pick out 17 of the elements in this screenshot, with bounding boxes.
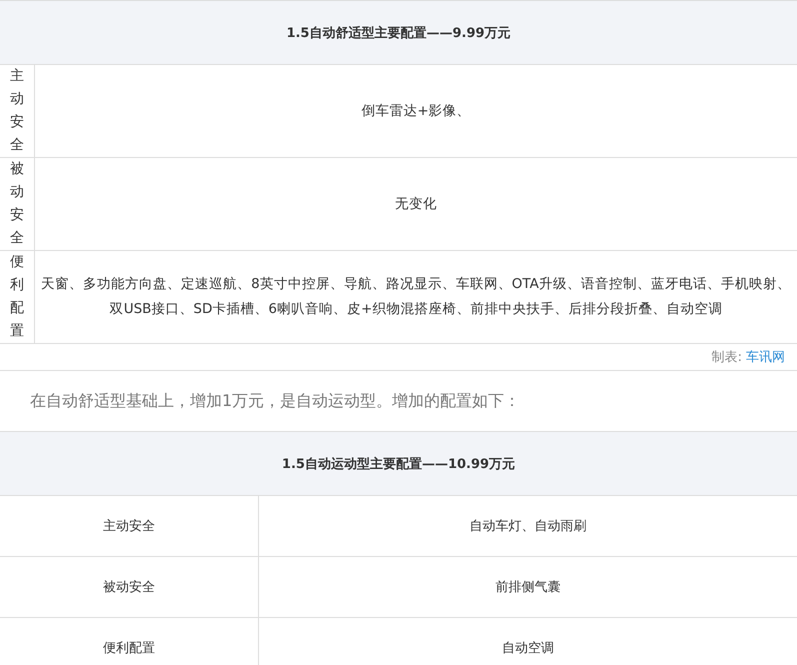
table-cell: 主动安全 bbox=[0, 496, 259, 556]
table-cell: 便利配置 bbox=[0, 618, 259, 665]
table-title: 1.5自动舒适型主要配置——9.99万元 bbox=[0, 1, 797, 65]
table-cell: 被动安全 bbox=[0, 557, 259, 617]
table-cell: 被动安全 bbox=[0, 158, 35, 250]
table-cell: 便利配置 bbox=[0, 251, 35, 343]
table-cell-text: 无变化 bbox=[394, 194, 438, 214]
table-cell-text: 自动空调 bbox=[501, 640, 555, 658]
caption-label: 制表: bbox=[712, 349, 742, 366]
table-cell-text: 自动车灯、自动雨刷 bbox=[468, 518, 588, 536]
table-cell-text: 天窗、多功能方向盘、定速巡航、8英寸中控屏、导航、路况显示、车联网、OTA升级、语音控制、蓝牙电话、手机映射、双USB接口、SD卡插槽、6喇叭音响、皮+织物混搭座椅、前排中央扶手、后排分段折叠、自动空调 bbox=[40, 275, 792, 319]
table-cell-text: 倒车雷达+影像、 bbox=[360, 102, 472, 120]
table-title: 1.5自动运动型主要配置——10.99万元 bbox=[0, 432, 797, 496]
table-cell: 主动安全 bbox=[0, 65, 35, 157]
table-cell-text: 前排侧气囊 bbox=[494, 579, 562, 597]
source-link[interactable]: 车讯网 bbox=[746, 348, 785, 366]
paragraph: 在自动舒适型基础上，增加1万元，是自动运动型。增加的配置如下： bbox=[29, 390, 522, 412]
